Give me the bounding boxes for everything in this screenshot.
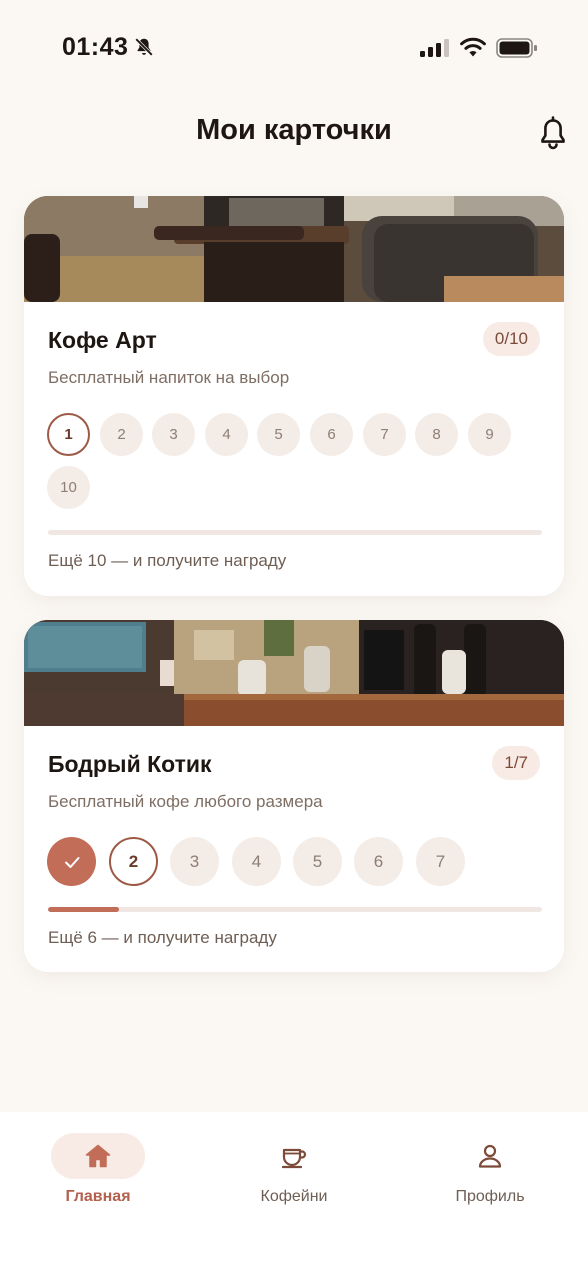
stamp-slot: 4 bbox=[232, 837, 281, 886]
stamp-slot: 4 bbox=[205, 413, 248, 456]
stamp-count-badge: 1/7 bbox=[492, 746, 540, 780]
stamp-slot: 2 bbox=[100, 413, 143, 456]
stamp-slot: 7 bbox=[416, 837, 465, 886]
nav-label-home: Главная bbox=[65, 1188, 131, 1205]
nav-label-cafes: Кофейни bbox=[260, 1188, 328, 1205]
loyalty-card-bodryy-kotik[interactable]: Бодрый Котик 1/7 Бесплатный кофе любого … bbox=[24, 620, 564, 972]
card-reward-description: Бесплатный кофе любого размера bbox=[48, 792, 323, 811]
stamp-slot: 5 bbox=[257, 413, 300, 456]
cellular-signal-icon bbox=[420, 39, 449, 57]
stamp-slot: 10 bbox=[47, 466, 90, 509]
page-title: Мои карточки bbox=[196, 114, 392, 146]
battery-icon bbox=[496, 38, 537, 58]
progress-remaining-text: Ещё 10 — и получите награду bbox=[48, 551, 287, 570]
stamp-count-badge: 0/10 bbox=[482, 322, 540, 356]
bell-muted-icon bbox=[135, 38, 153, 56]
notifications-bell-icon[interactable] bbox=[537, 116, 569, 150]
nav-item-profile[interactable]: Профиль bbox=[392, 1112, 588, 1232]
status-time: 01:43 bbox=[62, 33, 129, 61]
bottom-navigation: Главная Кофейни Профиль bbox=[0, 1112, 588, 1280]
nav-item-cafes[interactable]: Кофейни bbox=[196, 1112, 392, 1232]
stamp-slot: 8 bbox=[415, 413, 458, 456]
nav-label-profile: Профиль bbox=[455, 1188, 525, 1205]
home-icon bbox=[85, 1144, 111, 1168]
stamp-slot-collected bbox=[47, 837, 96, 886]
stamp-slot: 3 bbox=[170, 837, 219, 886]
stamp-slot: 1 bbox=[47, 413, 90, 456]
progress-remaining-text: Ещё 6 — и получите награду bbox=[48, 928, 277, 947]
stamp-slot: 3 bbox=[152, 413, 195, 456]
progress-bar bbox=[48, 530, 542, 535]
card-photo-cafe-interior bbox=[24, 196, 564, 302]
stamp-slot: 6 bbox=[354, 837, 403, 886]
stamp-slot: 6 bbox=[310, 413, 353, 456]
stamp-slot: 7 bbox=[363, 413, 406, 456]
status-bar: 01:43 bbox=[0, 0, 588, 96]
coffee-cup-icon bbox=[281, 1148, 307, 1169]
stamp-slot: 5 bbox=[293, 837, 342, 886]
stamp-slot: 2 bbox=[109, 837, 158, 886]
stamp-slot: 9 bbox=[468, 413, 511, 456]
card-reward-description: Бесплатный напиток на выбор bbox=[48, 368, 290, 387]
card-title: Бодрый Котик bbox=[48, 751, 212, 777]
checkmark-icon bbox=[64, 856, 79, 868]
card-photo-coffee-bar bbox=[24, 620, 564, 726]
loyalty-card-kofe-art[interactable]: Кофе Арт 0/10 Бесплатный напиток на выбо… bbox=[24, 196, 564, 596]
profile-icon bbox=[478, 1144, 502, 1168]
progress-bar bbox=[48, 907, 542, 912]
card-title: Кофе Арт bbox=[48, 327, 157, 353]
nav-item-home[interactable]: Главная bbox=[0, 1112, 196, 1232]
wifi-icon bbox=[460, 37, 486, 57]
progress-bar-fill bbox=[48, 907, 119, 912]
